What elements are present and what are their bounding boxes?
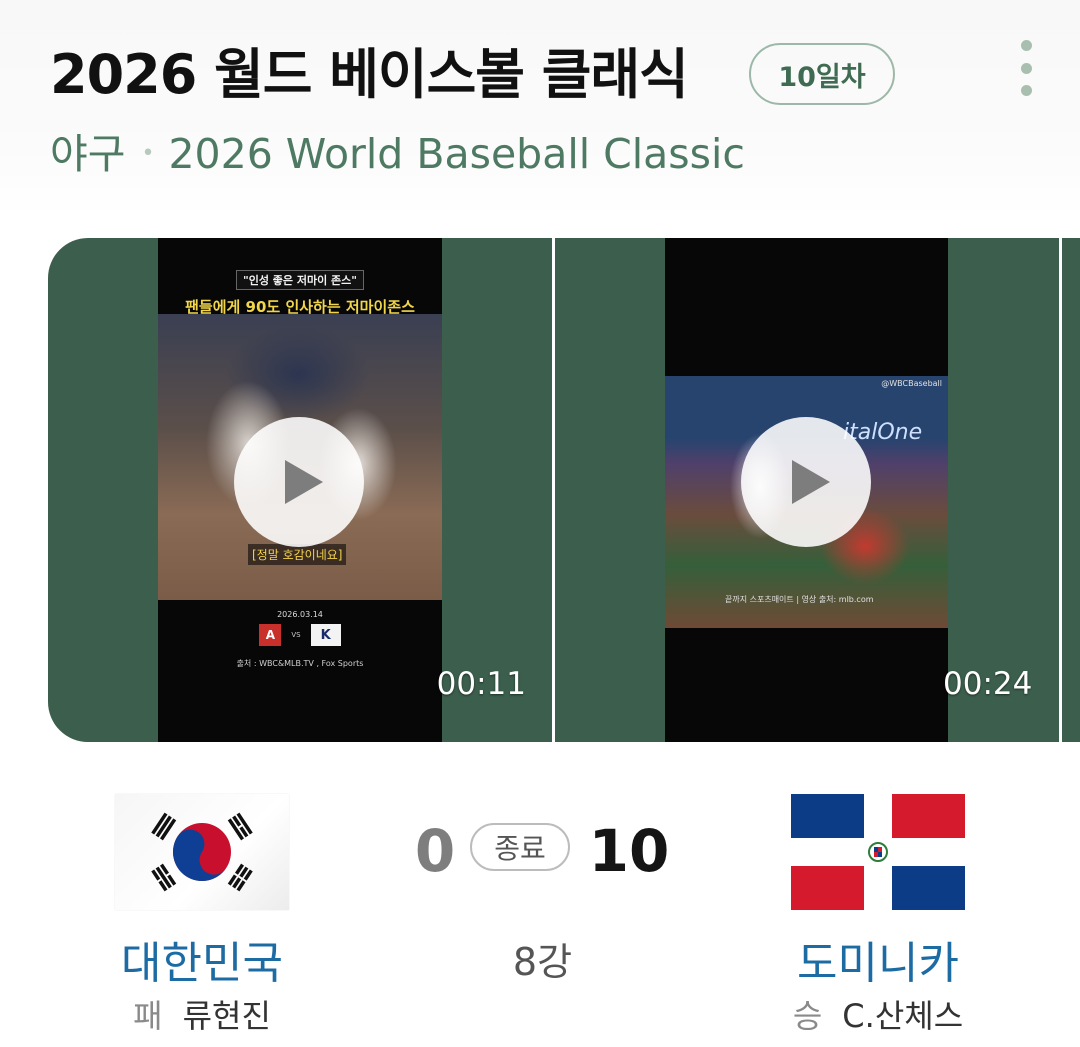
video-carousel[interactable]: "인성 좋은 저마이 존스" 팬들에게 90도 인사하는 저마이존스 [정말 호… xyxy=(48,238,1080,742)
video-duration: 00:11 xyxy=(436,666,526,702)
away-pitcher: 승 C.산체스 xyxy=(728,996,1028,1036)
page-title: 2026 월드 베이스볼 클래식 xyxy=(50,43,689,106)
team-logo-left: A xyxy=(259,624,282,646)
more-options-icon[interactable] xyxy=(1006,40,1046,96)
video-source: 출처 : WBC&MLB.TV , Fox Sports xyxy=(236,659,364,668)
away-score: 10 xyxy=(588,817,670,885)
play-icon[interactable] xyxy=(741,417,871,547)
video-overlay-title: "인성 좋은 저마이 존스" 팬들에게 90도 인사하는 저마이존스 xyxy=(158,270,442,317)
vs-label: VS xyxy=(291,631,301,639)
breadcrumb: 야구 • 2026 World Baseball Classic xyxy=(50,128,745,180)
game-scoreboard[interactable]: 0 종료 10 대한민국 8강 도미니카 패 류현진 승 C.산체스 xyxy=(0,760,1080,1047)
home-pitcher: 패 류현진 xyxy=(52,996,352,1036)
video-card-partial[interactable] xyxy=(1062,238,1080,742)
home-pitcher-name[interactable]: 류현진 xyxy=(183,997,271,1035)
team-logo-right: K xyxy=(310,624,341,646)
category-label[interactable]: 야구 xyxy=(50,128,125,180)
channel-tag: @WBCBaseball xyxy=(881,379,942,388)
away-team-name[interactable]: 도미니카 xyxy=(728,940,1028,988)
header: 2026 월드 베이스볼 클래식 10일차 야구 • 2026 World Ba… xyxy=(0,0,1080,215)
video-credit: 끝까지 스포츠매이트 | 영상 출처: mlb.com xyxy=(725,595,874,604)
video-card[interactable]: @WBCBaseball italOne 끝까지 스포츠매이트 | 영상 출처:… xyxy=(555,238,1059,742)
video-duration: 00:24 xyxy=(943,666,1033,702)
home-score: 0 xyxy=(414,817,456,885)
video-card[interactable]: "인성 좋은 저마이 존스" 팬들에게 90도 인사하는 저마이존스 [정말 호… xyxy=(48,238,552,742)
loss-label: 패 xyxy=(133,997,163,1035)
away-pitcher-name[interactable]: C.산체스 xyxy=(842,997,963,1035)
play-icon[interactable] xyxy=(234,417,364,547)
video-caption: [정말 호감이네요] xyxy=(248,544,347,565)
game-status-badge: 종료 xyxy=(470,823,570,871)
event-name[interactable]: 2026 World Baseball Classic xyxy=(168,128,745,180)
separator-dot: • xyxy=(141,141,155,166)
video-date: 2026.03.14 xyxy=(277,610,323,619)
team-logos: A VS K xyxy=(158,624,442,646)
win-label: 승 xyxy=(792,997,823,1035)
round-label: 8강 xyxy=(512,940,573,984)
day-badge[interactable]: 10일차 xyxy=(749,43,895,105)
dominican-flag-icon[interactable] xyxy=(791,794,965,910)
korea-flag-icon[interactable] xyxy=(115,794,289,910)
home-team-name[interactable]: 대한민국 xyxy=(52,940,352,988)
